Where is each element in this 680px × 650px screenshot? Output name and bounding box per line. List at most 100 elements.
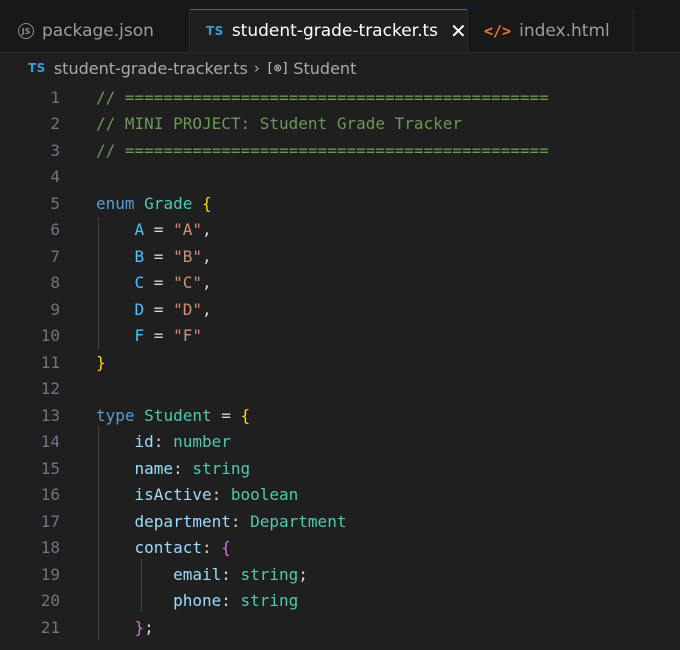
line-number: 12	[40, 379, 60, 399]
symbol-type-icon: [⊗]	[265, 60, 290, 76]
ts-file-icon: TS	[206, 24, 224, 38]
code-line: 18 contact: {	[0, 535, 680, 562]
comment: // =====================================…	[96, 140, 549, 160]
code-line: 20 phone: string	[0, 588, 680, 615]
colon: :	[221, 564, 241, 584]
property: email	[173, 564, 222, 584]
code-line: 14 id: number	[0, 429, 680, 456]
line-number: 20	[40, 591, 60, 611]
code-line: 16 isActive: boolean	[0, 482, 680, 509]
line-number: 14	[40, 432, 60, 452]
open-brace: {	[240, 405, 251, 425]
code-line: 3 // ===================================…	[0, 137, 680, 164]
line-number: 7	[50, 246, 60, 266]
punctuation: ,	[201, 299, 212, 319]
string-literal: "C"	[173, 273, 202, 293]
tab-package-json[interactable]: JS package.json	[0, 10, 190, 52]
punctuation: ;	[298, 564, 308, 584]
chevron-right-icon: ›	[253, 59, 260, 77]
type-annotation: boolean	[230, 485, 299, 505]
code-line: 1 // ===================================…	[0, 84, 680, 111]
line-number: 13	[40, 405, 60, 425]
type-annotation: number	[173, 432, 231, 452]
colon: :	[153, 432, 174, 452]
line-number: 21	[40, 617, 60, 637]
line-number: 4	[50, 167, 60, 187]
comment: // MINI PROJECT: Student Grade Tracker	[96, 114, 463, 134]
close-brace: }	[134, 617, 145, 637]
colon: :	[173, 458, 193, 478]
tab-student-grade-tracker[interactable]: TS student-grade-tracker.ts ✕	[190, 9, 468, 52]
line-number: 8	[50, 273, 60, 293]
line-number: 10	[40, 326, 60, 346]
code-line: 17 department: Department	[0, 508, 680, 535]
open-brace: {	[201, 193, 212, 213]
colon: :	[221, 591, 241, 611]
breadcrumb: TS student-grade-tracker.ts › [⊗] Studen…	[0, 53, 680, 83]
code-line: 15 name: string	[0, 455, 680, 482]
tab-index-html[interactable]: </> index.html	[468, 10, 634, 52]
line-number: 2	[50, 114, 60, 134]
property: isActive	[134, 485, 212, 505]
type-annotation: string	[240, 564, 299, 584]
property: name	[134, 458, 174, 478]
line-number: 19	[40, 564, 60, 584]
operator: =	[144, 220, 174, 240]
line-number: 1	[50, 87, 60, 107]
line-number: 15	[40, 458, 60, 478]
close-icon[interactable]: ✕	[450, 21, 467, 41]
punctuation: ,	[201, 220, 212, 240]
line-number: 6	[50, 220, 60, 240]
colon: :	[201, 538, 222, 558]
comment: // =====================================…	[96, 87, 549, 107]
code-editor[interactable]: 1 // ===================================…	[0, 84, 680, 650]
line-number: 3	[50, 140, 60, 160]
line-number: 17	[40, 511, 60, 531]
code-line: 6 A = "A",	[0, 217, 680, 244]
breadcrumb-file[interactable]: student-grade-tracker.ts	[54, 59, 248, 78]
string-literal: "A"	[173, 220, 202, 240]
code-line: 7 B = "B",	[0, 243, 680, 270]
code-line: 19 email: string;	[0, 561, 680, 588]
type-name: Student	[144, 405, 212, 425]
line-number: 11	[40, 352, 60, 372]
editor-tab-bar: JS package.json TS student-grade-tracker…	[0, 0, 680, 53]
js-file-icon: JS	[18, 23, 34, 39]
breadcrumb-symbol[interactable]: Student	[293, 59, 356, 78]
property: contact	[134, 538, 202, 558]
enum-member: F	[134, 326, 145, 346]
punctuation: ,	[201, 273, 212, 293]
enum-member: A	[134, 220, 145, 240]
keyword: enum	[96, 193, 135, 213]
open-brace: {	[221, 538, 231, 558]
code-line: 2 // MINI PROJECT: Student Grade Tracker	[0, 111, 680, 138]
string-literal: "F"	[173, 326, 202, 346]
punctuation: ,	[201, 246, 212, 266]
operator: =	[144, 299, 174, 319]
tab-label: index.html	[519, 21, 610, 41]
code-line: 21 };	[0, 614, 680, 641]
enum-member: B	[134, 246, 145, 266]
property: department	[134, 511, 231, 531]
code-line: 8 C = "C",	[0, 270, 680, 297]
property: id	[134, 432, 154, 452]
operator: =	[144, 273, 174, 293]
tab-label: student-grade-tracker.ts	[231, 21, 439, 41]
colon: :	[211, 485, 231, 505]
code-line: 12	[0, 376, 680, 403]
enum-name: Grade	[144, 193, 193, 213]
type-annotation: string	[192, 458, 251, 478]
code-line: 4	[0, 164, 680, 191]
enum-member: C	[134, 273, 145, 293]
type-annotation: string	[240, 591, 299, 611]
tab-label: package.json	[42, 21, 154, 41]
property: phone	[173, 591, 222, 611]
enum-member: D	[134, 299, 145, 319]
operator: =	[144, 326, 174, 346]
code-line: 13 type Student = {	[0, 402, 680, 429]
keyword: type	[96, 405, 135, 425]
close-brace: }	[96, 352, 106, 372]
string-literal: "B"	[173, 246, 202, 266]
code-line: 5 enum Grade {	[0, 190, 680, 217]
code-line: 11 }	[0, 349, 680, 376]
